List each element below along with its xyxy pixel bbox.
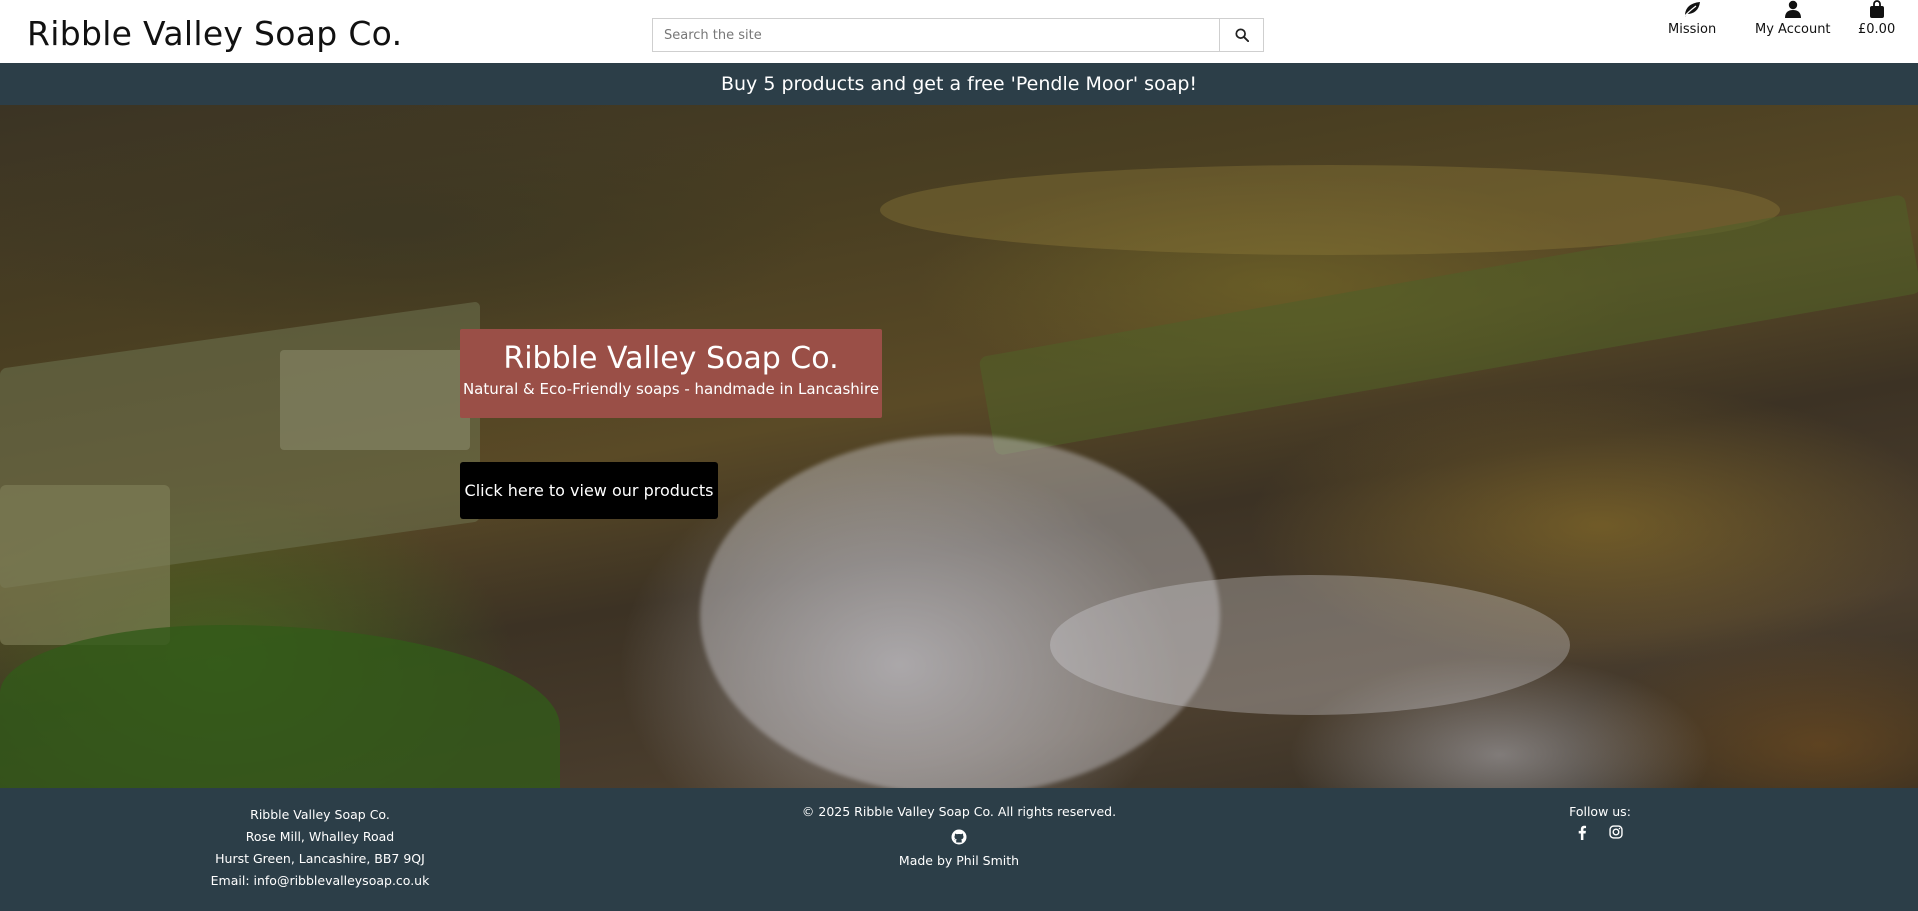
facebook-link[interactable] xyxy=(1577,825,1587,843)
search-icon xyxy=(1234,28,1249,42)
nav-account-label: My Account xyxy=(1755,22,1831,37)
brand-logo-link[interactable]: Ribble Valley Soap Co. xyxy=(27,14,402,53)
nav-bag-link[interactable]: £0.00 xyxy=(1858,0,1895,37)
footer-follow: Follow us: xyxy=(1540,804,1660,843)
site-footer: Ribble Valley Soap Co. Rose Mill, Whalle… xyxy=(0,788,1918,911)
hero-bg-rock xyxy=(0,485,170,645)
search-input[interactable] xyxy=(653,19,1219,51)
shopping-bag-icon xyxy=(1869,0,1884,18)
instagram-icon xyxy=(1609,825,1623,839)
hero-subtitle: Natural & Eco-Friendly soaps - handmade … xyxy=(462,380,880,398)
footer-follow-label: Follow us: xyxy=(1569,804,1631,819)
footer-copyright: © 2025 Ribble Valley Soap Co. All rights… xyxy=(801,804,1117,819)
footer-street: Rose Mill, Whalley Road xyxy=(245,829,395,844)
nav-mission-label: Mission xyxy=(1668,22,1717,37)
github-icon xyxy=(951,829,967,845)
hero-title: Ribble Valley Soap Co. xyxy=(503,341,839,376)
social-links xyxy=(1540,825,1660,843)
hero-bg-moss xyxy=(0,625,560,788)
facebook-icon xyxy=(1578,825,1587,840)
footer-company-name: Ribble Valley Soap Co. xyxy=(250,807,390,822)
view-products-button[interactable]: Click here to view our products xyxy=(460,462,718,519)
instagram-link[interactable] xyxy=(1609,825,1623,843)
leaf-icon xyxy=(1683,2,1701,18)
search-form xyxy=(652,18,1264,52)
nav-account-link[interactable]: My Account xyxy=(1755,0,1831,37)
promo-banner: Buy 5 products and get a free 'Pendle Mo… xyxy=(0,63,1918,105)
footer-center: © 2025 Ribble Valley Soap Co. All rights… xyxy=(759,804,1159,868)
hero-bg-rock xyxy=(280,350,470,450)
hero-bg-waterfall xyxy=(1050,575,1570,715)
hero-section: Ribble Valley Soap Co. Natural & Eco-Fri… xyxy=(0,105,1918,788)
search-button[interactable] xyxy=(1219,19,1263,51)
promo-banner-text: Buy 5 products and get a free 'Pendle Mo… xyxy=(720,73,1198,95)
footer-town: Hurst Green, Lancashire, BB7 9QJ xyxy=(215,851,425,866)
hero-card: Ribble Valley Soap Co. Natural & Eco-Fri… xyxy=(460,329,882,418)
github-link[interactable] xyxy=(951,829,967,845)
site-header: Ribble Valley Soap Co. Mission My Accoun… xyxy=(0,0,1918,63)
footer-email-link[interactable]: Email: info@ribblevalleysoap.co.uk xyxy=(200,870,440,892)
user-icon xyxy=(1784,0,1801,18)
bag-total: £0.00 xyxy=(1858,22,1896,37)
footer-made-by: Made by Phil Smith xyxy=(898,853,1020,868)
footer-address: Ribble Valley Soap Co. Rose Mill, Whalle… xyxy=(200,804,440,892)
nav-mission-link[interactable]: Mission xyxy=(1668,0,1716,37)
